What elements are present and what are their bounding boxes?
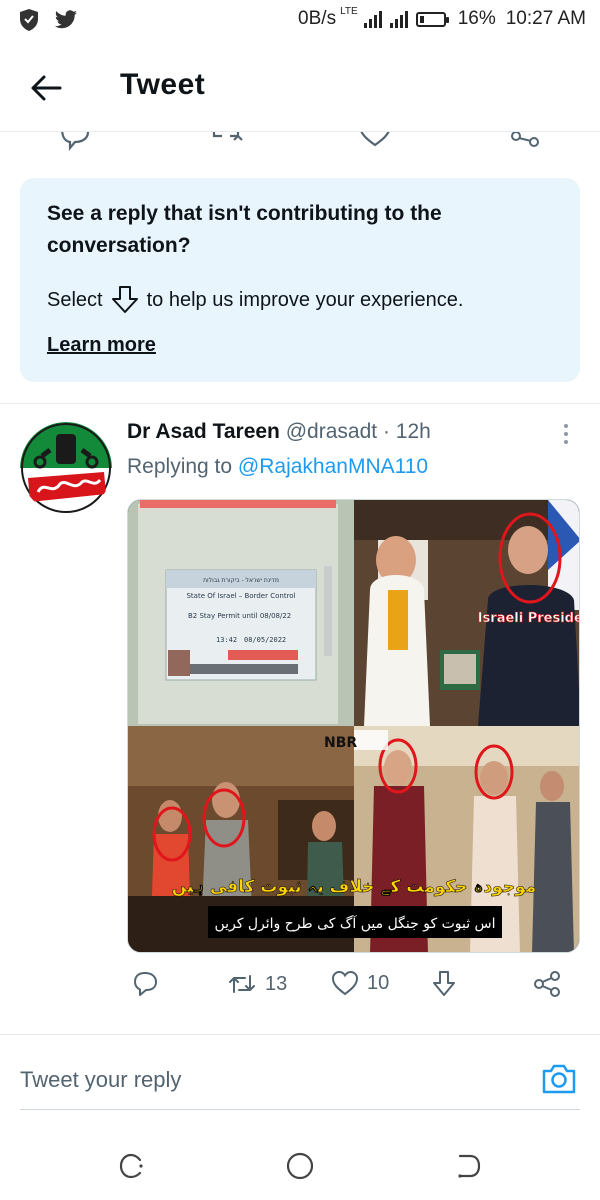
- share-icon: [534, 971, 560, 997]
- author-handle[interactable]: @drasadt: [286, 420, 377, 443]
- signal-icon: [363, 10, 382, 28]
- retweet-count: 13: [265, 972, 288, 995]
- like-icon: [331, 970, 359, 996]
- replying-to: Replying to @RajakhanMNA110: [127, 455, 428, 479]
- battery-icon: [415, 11, 449, 27]
- tweet-actions: 13 10: [127, 970, 580, 1004]
- meta-separator: ·: [382, 420, 390, 443]
- author-name[interactable]: Dr Asad Tareen: [127, 420, 280, 443]
- info-card-title: See a reply that isn't contributing to t…: [47, 202, 442, 257]
- like-icon[interactable]: [358, 132, 392, 154]
- info-card-body-prefix: Select: [47, 288, 103, 311]
- learn-more-link[interactable]: Learn more: [47, 334, 156, 357]
- system-nav-bar: [0, 1130, 600, 1200]
- watermark: NBR: [324, 735, 357, 751]
- reply-input[interactable]: [20, 1062, 520, 1098]
- reply-underline: [20, 1109, 580, 1110]
- replying-to-mention[interactable]: @RajakhanMNA110: [238, 455, 428, 478]
- twitter-bird-icon: [55, 10, 77, 29]
- recents-button[interactable]: [112, 1146, 152, 1186]
- signal-icon-2: [389, 10, 408, 28]
- recents-icon: [119, 1153, 143, 1179]
- tweet-time[interactable]: 12h: [396, 420, 431, 443]
- urdu-caption-2: اس ثبوت کو جنگل میں آگ کی طرح وائرل کریں: [214, 914, 495, 932]
- permit-date: 08/05/2022: [244, 636, 286, 644]
- reply-icon: [134, 972, 157, 996]
- more-options-button[interactable]: [556, 422, 576, 446]
- home-button[interactable]: [280, 1146, 320, 1186]
- status-bar: 0B/s LTE 16% 10:27 AM: [0, 0, 600, 40]
- retweet-button[interactable]: 13: [227, 970, 287, 998]
- passport-hebrew: מדינת ישראל - ביקורת גבולות: [203, 577, 279, 584]
- downvote-arrow-icon: [433, 971, 455, 996]
- permit-text: B2 Stay Permit until 08/08/22: [188, 612, 291, 620]
- more-vertical-icon: [564, 424, 568, 444]
- retweet-icon: [229, 975, 255, 993]
- divider: [0, 403, 600, 404]
- camera-button[interactable]: [540, 1060, 578, 1098]
- page-title: Tweet: [120, 68, 206, 101]
- home-icon: [286, 1152, 314, 1180]
- downvote-arrow-icon: [111, 286, 138, 313]
- back-icon: [458, 1154, 481, 1178]
- reply-icon[interactable]: [58, 132, 92, 154]
- arrow-left-icon: [31, 75, 62, 101]
- camera-icon: [542, 1064, 576, 1094]
- president-label: Israeli President: [478, 611, 580, 626]
- network-type: LTE: [340, 6, 358, 17]
- previous-tweet-actions: [0, 132, 600, 162]
- like-count: 10: [367, 971, 390, 994]
- avatar-logo: [20, 422, 112, 514]
- media-collage: מדינת ישראל - ביקורת גבולות State Of Isr…: [128, 500, 580, 952]
- data-rate: 0B/s: [298, 8, 337, 29]
- shield-icon: [20, 9, 38, 31]
- tweet-header: Dr Asad Tareen @drasadt · 12h: [127, 420, 431, 444]
- avatar[interactable]: [20, 422, 112, 514]
- share-button[interactable]: [533, 970, 561, 998]
- like-button[interactable]: 10: [331, 970, 389, 996]
- urdu-caption-1: موجودہ حکومت کے خلاف یہ ثبوت کافی ہیں: [172, 877, 537, 897]
- reply-button[interactable]: [131, 970, 159, 998]
- header: Tweet: [0, 44, 600, 132]
- clock: 10:27 AM: [505, 8, 586, 29]
- info-card-body: Select to help us improve your experienc…: [47, 284, 463, 316]
- back-button[interactable]: [26, 68, 66, 108]
- retweet-icon[interactable]: [208, 132, 244, 154]
- permit-time: 13:42: [216, 636, 237, 644]
- replying-prefix: Replying to: [127, 455, 233, 478]
- info-card-body-suffix: to help us improve your experience.: [146, 288, 464, 311]
- divider: [0, 1034, 600, 1035]
- back-nav-button[interactable]: [448, 1146, 488, 1186]
- share-icon[interactable]: [508, 132, 542, 154]
- battery-level: 16%: [457, 8, 496, 29]
- tweet-media[interactable]: מדינת ישראל - ביקורת גבולות State Of Isr…: [127, 499, 580, 953]
- reply-feedback-card: See a reply that isn't contributing to t…: [20, 178, 580, 382]
- status-bar-left: [18, 8, 78, 32]
- downvote-button[interactable]: [431, 970, 457, 998]
- status-bar-right: 0B/s LTE 16% 10:27 AM: [298, 6, 586, 30]
- passport-title: State Of Israel – Border Control: [186, 592, 295, 600]
